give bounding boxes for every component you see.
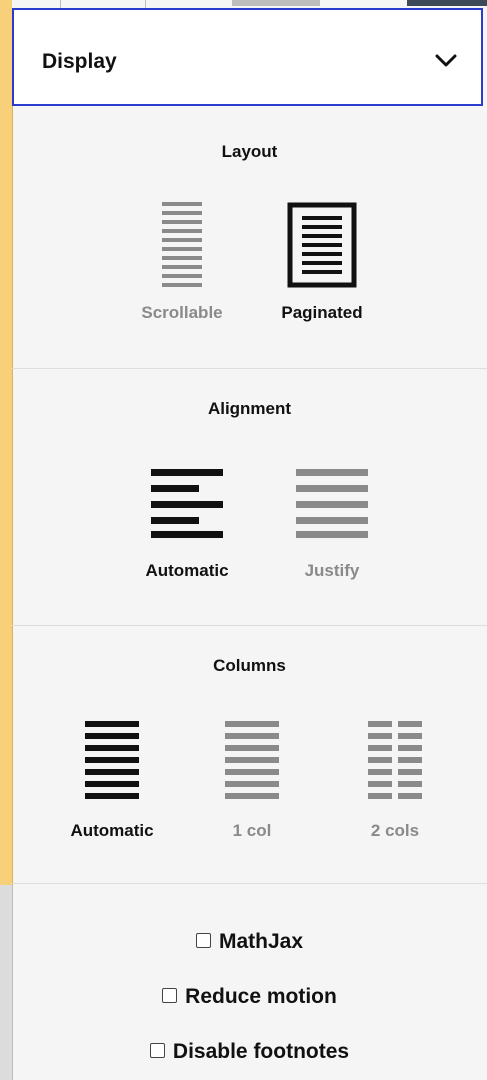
- alignment-title: Alignment: [207, 399, 292, 418]
- reduce-motion-checkbox[interactable]: [162, 987, 178, 1003]
- toolbar-button-active[interactable]: [407, 0, 487, 6]
- toolbar-button[interactable]: [232, 0, 320, 6]
- display-settings-panel: Display Layout Scrollable Paginated Alig…: [0, 0, 487, 1080]
- one-col-label: 1 col: [232, 821, 272, 840]
- single-column-icon: [225, 721, 279, 799]
- automatic-alignment-label: Automatic: [145, 561, 229, 580]
- columns-section: Columns Automatic 1 col 2 cols: [12, 626, 487, 884]
- scrollable-icon: [162, 202, 202, 287]
- columns-option-1col[interactable]: 1 col: [197, 720, 307, 841]
- alignment-option-justify[interactable]: Justify: [277, 467, 387, 581]
- disable-footnotes-label: Disable footnotes: [172, 1040, 350, 1063]
- top-toolbar-edge: [12, 0, 487, 8]
- toolbar-separator: [60, 0, 61, 8]
- layout-title: Layout: [221, 142, 278, 161]
- mathjax-toggle-row[interactable]: MathJax: [12, 930, 487, 954]
- mathjax-checkbox[interactable]: [195, 932, 211, 948]
- disable-footnotes-toggle-row[interactable]: Disable footnotes: [12, 1040, 487, 1064]
- display-title: Display: [42, 50, 117, 73]
- toolbar-separator: [145, 0, 146, 8]
- automatic-columns-label: Automatic: [70, 821, 154, 840]
- disable-footnotes-checkbox[interactable]: [149, 1042, 165, 1058]
- mathjax-label: MathJax: [218, 930, 304, 953]
- paginated-icon: [287, 202, 357, 288]
- toggles-section: MathJax Reduce motion Disable footnotes: [12, 884, 487, 1080]
- columns-title: Columns: [213, 656, 286, 675]
- justify-label: Justify: [304, 561, 360, 580]
- columns-option-2cols[interactable]: 2 cols: [340, 720, 450, 841]
- columns-auto-icon: [85, 721, 139, 799]
- reduce-motion-toggle-row[interactable]: Reduce motion: [12, 985, 487, 1009]
- layout-option-paginated[interactable]: Paginated: [267, 202, 377, 323]
- layout-section: Layout Scrollable Paginated: [12, 106, 487, 369]
- align-justify-icon: [296, 469, 368, 538]
- paginated-label: Paginated: [281, 303, 363, 322]
- layout-option-scrollable[interactable]: Scrollable: [127, 202, 237, 323]
- alignment-section: Alignment Automatic Justify: [12, 369, 487, 626]
- reduce-motion-label: Reduce motion: [185, 985, 337, 1008]
- align-left-icon: [151, 469, 223, 538]
- columns-option-automatic[interactable]: Automatic: [57, 720, 167, 841]
- two-cols-label: 2 cols: [370, 821, 420, 840]
- chevron-down-icon[interactable]: [435, 54, 457, 68]
- alignment-option-automatic[interactable]: Automatic: [132, 467, 242, 581]
- two-columns-icon: [368, 721, 422, 799]
- scrollable-label: Scrollable: [141, 303, 223, 322]
- display-section-header[interactable]: Display: [12, 8, 483, 106]
